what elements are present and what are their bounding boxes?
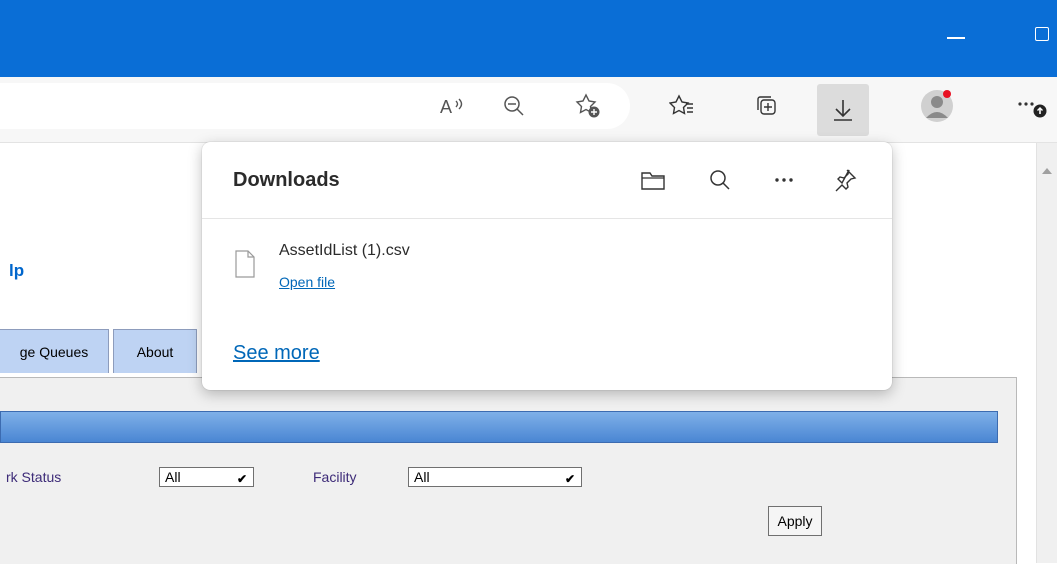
- page-heading: lp: [9, 261, 25, 280]
- pin-icon[interactable]: [829, 164, 861, 196]
- facility-select[interactable]: All ✔: [408, 467, 582, 487]
- file-icon: [234, 250, 256, 283]
- chevron-down-icon: ✔: [236, 472, 247, 486]
- downloads-title: Downloads: [233, 169, 340, 191]
- section-header-bar: [0, 411, 998, 443]
- browser-title-bar: [0, 0, 1057, 77]
- download-file-name[interactable]: AssetIdList (1).csv: [279, 242, 410, 260]
- work-status-label: rk Status: [6, 469, 62, 485]
- add-favorite-icon[interactable]: [568, 86, 608, 126]
- maximize-button[interactable]: [1035, 27, 1049, 41]
- folder-icon[interactable]: [637, 164, 669, 196]
- facility-value: All: [414, 469, 430, 485]
- tab-about[interactable]: About: [113, 329, 197, 373]
- downloads-panel: Downloads AssetIdList (1).csv Open file …: [202, 142, 892, 390]
- see-more-link[interactable]: See more: [233, 342, 320, 365]
- work-status-select[interactable]: All ✔: [159, 467, 254, 487]
- address-bar[interactable]: A: [0, 83, 630, 129]
- favorites-icon[interactable]: [662, 86, 702, 126]
- apply-button[interactable]: Apply: [768, 506, 822, 536]
- downloads-button[interactable]: [817, 84, 869, 136]
- more-options-icon[interactable]: [768, 164, 800, 196]
- svg-text:A: A: [440, 97, 452, 117]
- zoom-out-icon[interactable]: [494, 86, 534, 126]
- read-aloud-icon[interactable]: A: [432, 86, 472, 126]
- downloads-icon: [834, 100, 852, 121]
- work-status-value: All: [165, 469, 181, 485]
- divider: [202, 218, 892, 219]
- minimize-button[interactable]: [947, 37, 965, 39]
- vertical-scrollbar[interactable]: [1036, 143, 1057, 563]
- more-icon[interactable]: [1014, 86, 1054, 126]
- open-file-link[interactable]: Open file: [279, 274, 335, 290]
- scroll-up-icon[interactable]: [1042, 168, 1052, 174]
- collections-icon[interactable]: [747, 86, 787, 126]
- chevron-down-icon: ✔: [564, 472, 575, 486]
- search-icon[interactable]: [704, 164, 736, 196]
- tab-queues[interactable]: ge Queues: [0, 329, 109, 373]
- browser-toolbar: A: [0, 77, 1057, 143]
- facility-label: Facility: [313, 469, 357, 485]
- profile-icon[interactable]: [917, 86, 957, 126]
